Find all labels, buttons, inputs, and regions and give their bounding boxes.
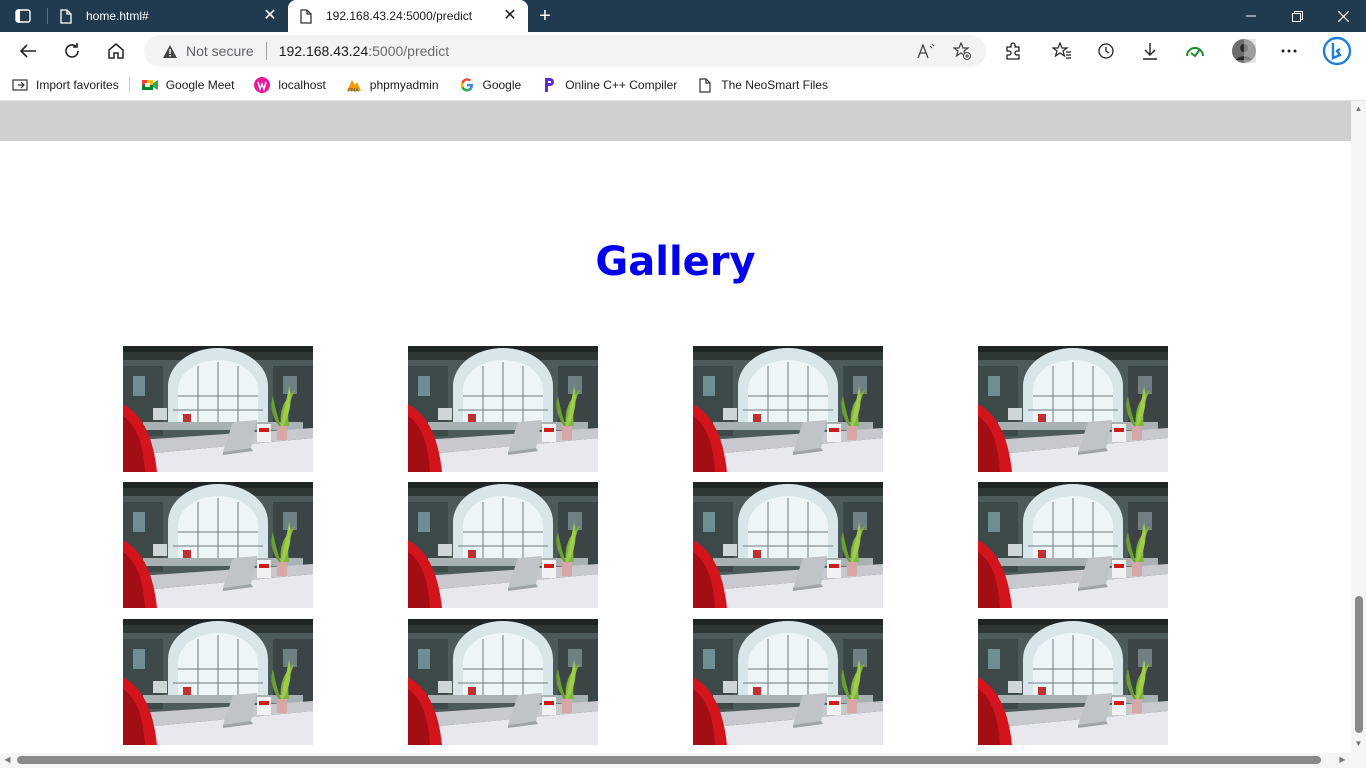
gallery-image [408, 346, 598, 472]
more-menu-icon[interactable] [1273, 35, 1305, 67]
bing-copilot-icon[interactable] [1321, 35, 1353, 67]
header-band [0, 101, 1351, 141]
vertical-scroll-thumb[interactable] [1355, 596, 1363, 733]
svg-text:PMA: PMA [348, 88, 359, 93]
phpmyadmin-icon: PMA [346, 77, 362, 93]
tab-actions-icon[interactable] [8, 4, 38, 28]
close-icon[interactable]: ✕ [502, 8, 518, 24]
horizontal-scrollbar[interactable]: ◀ ▶ [0, 753, 1351, 768]
new-tab-button[interactable]: + [533, 4, 557, 28]
favorite-import[interactable]: Import favorites [0, 73, 127, 97]
tab-home[interactable]: home.html# ✕ [48, 0, 288, 32]
tab-predict[interactable]: 192.168.43.24:5000/predict ✕ [288, 0, 528, 32]
favorite-phpmyadmin[interactable]: PMA phpmyadmin [334, 73, 447, 97]
url-path: :5000/predict [368, 43, 450, 59]
address-divider [265, 42, 267, 60]
favorite-label: Google [482, 78, 522, 92]
url-host: 192.168.43.24 [278, 43, 369, 59]
favorites-bar: Import favorites Google Meet localhost P… [0, 70, 1366, 101]
minimize-button[interactable] [1228, 0, 1274, 32]
security-label[interactable]: Not secure [186, 43, 254, 59]
gallery-image [693, 619, 883, 745]
home-button[interactable] [100, 35, 132, 67]
page-title: Gallery [595, 239, 756, 285]
favorite-label: The NeoSmart Files [721, 78, 828, 92]
programiz-icon [541, 77, 557, 93]
page-icon [60, 8, 74, 24]
gallery-image [123, 619, 313, 745]
tab-title: 192.168.43.24:5000/predict [326, 9, 473, 23]
gallery-image [408, 482, 598, 608]
favorite-label: Import favorites [36, 78, 119, 92]
page-icon [300, 8, 314, 24]
performance-icon[interactable] [1179, 35, 1211, 67]
scrollbar-corner [1351, 753, 1366, 768]
add-favorite-icon[interactable] [952, 41, 972, 61]
gallery-image [978, 482, 1168, 608]
browser-toolbar: Not secure 192.168.43.24:5000/predict [0, 32, 1366, 70]
favorite-label: phpmyadmin [369, 78, 439, 92]
favorite-label: Online C++ Compiler [565, 78, 678, 92]
favorite-neosmart-files[interactable]: The NeoSmart Files [685, 73, 836, 97]
gallery-image [408, 619, 598, 745]
favorite-online-cpp-compiler[interactable]: Online C++ Compiler [529, 73, 685, 97]
gallery-image [693, 482, 883, 608]
favorite-label: localhost [278, 78, 326, 92]
gallery-image [123, 482, 313, 608]
restore-button[interactable] [1274, 0, 1320, 32]
google-icon [459, 77, 475, 93]
google-meet-icon [141, 77, 158, 93]
horizontal-scroll-thumb[interactable] [17, 756, 1321, 764]
favorite-google-meet[interactable]: Google Meet [130, 73, 243, 97]
warning-icon[interactable] [162, 43, 178, 59]
address-bar[interactable]: Not secure 192.168.43.24:5000/predict [144, 35, 986, 67]
tab-strip: home.html# ✕ 192.168.43.24:5000/predict … [0, 0, 1366, 32]
back-button[interactable] [12, 35, 44, 67]
close-window-button[interactable] [1320, 0, 1366, 32]
page-icon [697, 77, 713, 93]
vertical-scrollbar[interactable]: ▲ ▼ [1351, 101, 1366, 753]
close-icon[interactable]: ✕ [262, 8, 278, 24]
history-icon[interactable] [1090, 35, 1122, 67]
gallery-image [978, 619, 1168, 745]
downloads-icon[interactable] [1134, 35, 1166, 67]
favorite-google[interactable]: Google [447, 73, 530, 97]
localhost-icon [254, 77, 271, 93]
favorites-icon[interactable] [1046, 35, 1078, 67]
gallery-image [693, 346, 883, 472]
gallery-image [123, 346, 313, 472]
favorite-localhost[interactable]: localhost [242, 73, 333, 97]
avatar[interactable] [1228, 35, 1260, 67]
tab-title: home.html# [86, 9, 149, 23]
scroll-up-icon[interactable]: ▲ [1354, 104, 1363, 113]
scroll-right-icon[interactable]: ▶ [1338, 755, 1347, 765]
page-viewport: Gallery [0, 101, 1351, 753]
import-icon [12, 77, 28, 93]
favorite-label: Google Meet [165, 78, 235, 92]
scroll-left-icon[interactable]: ◀ [3, 755, 12, 765]
refresh-button[interactable] [56, 35, 88, 67]
extensions-icon[interactable] [997, 35, 1029, 67]
gallery-image [978, 346, 1168, 472]
read-aloud-icon[interactable] [916, 41, 936, 61]
scroll-down-icon[interactable]: ▼ [1354, 739, 1363, 748]
